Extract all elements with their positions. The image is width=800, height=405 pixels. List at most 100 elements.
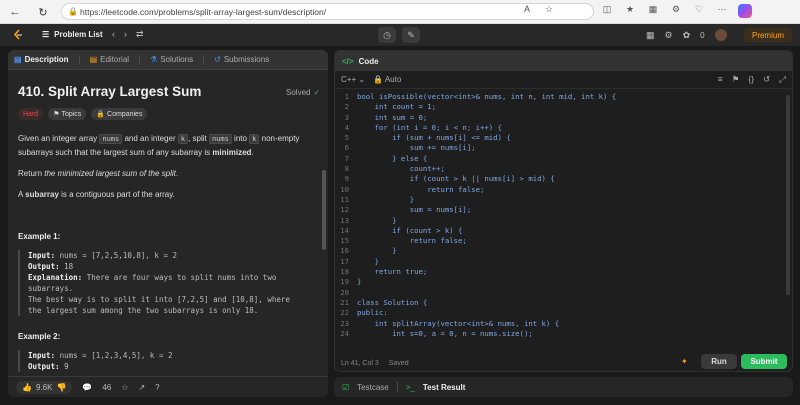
code-text: count++; [357, 164, 445, 174]
split-screen-icon[interactable]: ◫ [600, 4, 614, 18]
star-icon[interactable]: ☆ [121, 383, 128, 392]
problem-description: Given an integer array nums and an integ… [18, 132, 318, 209]
code-text: bool isPossible(vector<int>& nums, int n… [357, 92, 617, 101]
next-problem-icon[interactable]: › [124, 29, 127, 40]
code-line: 5 if (sum + nums[i] <= mid) { [335, 133, 792, 143]
run-button[interactable]: Run [701, 354, 737, 369]
share-icon[interactable]: ↗ [138, 383, 145, 392]
like-count: 9.6K [35, 382, 53, 392]
comment-icon[interactable]: 💬 [82, 383, 92, 392]
tag-icon: ⚑ [53, 111, 60, 118]
problem-list-button[interactable]: ☰ Problem List [42, 30, 103, 39]
code-editor[interactable]: 1 bool isPossible(vector<int>& nums, int … [335, 92, 792, 350]
fire-icon[interactable]: ✿ [683, 30, 691, 41]
fullscreen-icon[interactable]: ⤢ [779, 74, 786, 85]
thumbs-up-icon[interactable]: 👍 [22, 383, 32, 392]
favorites-bar-icon[interactable]: ★ [623, 4, 637, 18]
list-icon: ☰ [42, 30, 50, 39]
code-text: if (count > k) { [357, 225, 463, 235]
premium-button[interactable]: Premium [744, 28, 792, 42]
code-toolbar-actions: ≡ ⚑ {} ↺ ⤢ [718, 74, 786, 85]
code-line: 2 int count = 1; [335, 102, 792, 112]
comment-count: 46 [102, 382, 112, 392]
reset-icon[interactable]: ↺ [763, 74, 770, 85]
code-text: if (count > k || nums[i] > mid) { [357, 174, 555, 184]
refresh-icon[interactable]: ↻ [32, 1, 54, 23]
address-bar[interactable]: 🔒 https://leetcode.com/problems/split-ar… [61, 3, 594, 20]
app-topbar: ☰ Problem List ‹ › ⇄ ◷ ✎ ▦ ⚙ ✿ 0 Premium [0, 24, 800, 46]
notes-icon[interactable]: ✎ [402, 27, 420, 43]
line-number: 22 [340, 308, 349, 318]
code-text: } [357, 215, 397, 225]
submit-button[interactable]: Submit [741, 354, 787, 369]
example-2-title: Example 2: [18, 332, 61, 341]
format-icon[interactable]: ≡ [718, 74, 723, 85]
companies-tag[interactable]: 🔒 Companies [91, 108, 148, 120]
example-2-block: Input: nums = [1,2,3,4,5], k = 2 Output:… [18, 350, 318, 372]
avatar[interactable] [714, 29, 727, 41]
code-scrollbar[interactable] [786, 95, 790, 295]
book-icon: ▤ [89, 55, 98, 64]
tab-test-result[interactable]: Test Result [423, 383, 466, 392]
topics-tag[interactable]: ⚑ Topics [48, 108, 87, 120]
code-line: 4 for (int i = 0; i < n; i++) { [335, 122, 792, 133]
code-line: 15 return false; [335, 236, 792, 246]
read-aloud-icon[interactable]: A [520, 4, 534, 15]
language-select[interactable]: C++ ⌄ [341, 75, 365, 84]
timer-icon[interactable]: ◷ [378, 27, 396, 43]
example-line: Input: nums = [1,2,3,4,5], k = 2 [28, 351, 173, 360]
code-line: 16 } [335, 246, 792, 256]
code-line: 12 sum = nums[i]; [335, 205, 792, 215]
braces-icon[interactable]: {} [748, 74, 754, 85]
code-text: } else { [357, 153, 428, 163]
more-icon[interactable]: ⋯ [715, 4, 729, 18]
code-text: class Solution { [357, 297, 428, 307]
collections-icon[interactable]: ▦ [646, 4, 660, 18]
settings-icon[interactable]: ⚙ [665, 30, 673, 41]
checkbox-icon: ☑ [342, 382, 350, 392]
tab-description[interactable]: ▤ Description [14, 55, 69, 64]
address-bar-actions: A ☆ [520, 4, 556, 15]
favorite-icon[interactable]: ☆ [542, 4, 556, 15]
code-text: for (int i = 0; i < n; i++) { [357, 122, 502, 132]
tab-editorial[interactable]: ▤ Editorial [90, 55, 129, 64]
prev-problem-icon[interactable]: ‹ [112, 29, 115, 40]
thumbs-down-icon[interactable]: 👎 [56, 383, 66, 392]
history-icon: ↺ [214, 55, 221, 64]
auto-mode[interactable]: 🔒 Auto [373, 75, 401, 84]
example-1-title: Example 1: [18, 232, 61, 241]
leetcode-logo-icon[interactable] [12, 29, 24, 41]
page-title[interactable]: 410. Split Array Largest Sum [18, 84, 201, 99]
document-icon: ▤ [14, 55, 22, 64]
line-number: 20 [340, 287, 349, 297]
code-text: } [357, 256, 379, 266]
browser-toolbar: ← ↻ 🔒 https://leetcode.com/problems/spli… [0, 0, 800, 24]
tab-testcase[interactable]: Testcase [357, 383, 389, 392]
description-tabs: ▤ Description ▤ Editorial ⚗ Solutions ↺ … [8, 50, 328, 70]
line-number: 6 [344, 143, 349, 153]
bookmark-icon[interactable]: ⚑ [732, 74, 740, 85]
tab-solutions[interactable]: ⚗ Solutions [150, 55, 193, 64]
description-scrollbar[interactable] [322, 170, 326, 250]
code-text: return false; [357, 236, 467, 246]
line-number: 17 [340, 256, 349, 266]
tab-submissions[interactable]: ↺ Submissions [214, 55, 269, 64]
copilot-icon[interactable] [738, 4, 752, 18]
code-line: 13 } [335, 215, 792, 226]
line-number: 15 [340, 236, 349, 246]
back-icon[interactable]: ← [4, 1, 26, 23]
problem-navigation: ‹ › ⇄ [112, 29, 144, 40]
extensions-icon[interactable]: ⚙ [669, 4, 683, 18]
tab-divider [396, 382, 398, 392]
code-line: 9 if (count > k || nums[i] > mid) { [335, 174, 792, 184]
line-number: 9 [344, 174, 349, 184]
line-number: 1 [344, 92, 349, 101]
help-icon[interactable]: ? [155, 383, 159, 392]
sparkle-icon[interactable]: ✦ [681, 357, 688, 366]
heart-icon[interactable]: ♡ [692, 4, 706, 18]
layout-icon[interactable]: ▦ [646, 30, 655, 41]
code-toolbar: C++ ⌄ 🔒 Auto ≡ ⚑ {} ↺ ⤢ [335, 71, 792, 89]
lock-icon: 🔒 [373, 75, 384, 84]
code-line: 3 int sum = 0; [335, 113, 792, 123]
shuffle-icon[interactable]: ⇄ [136, 29, 144, 40]
